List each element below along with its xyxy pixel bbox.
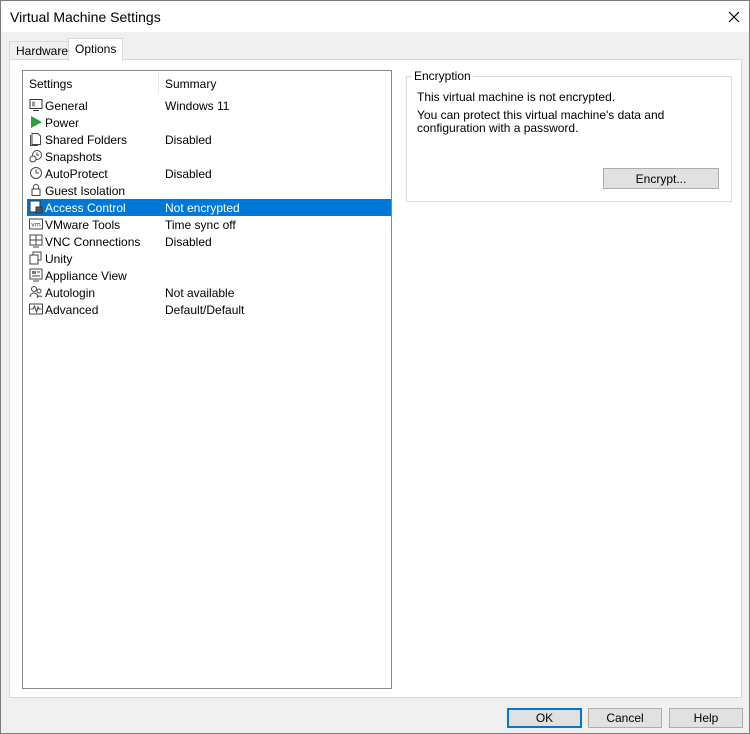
lock-icon — [31, 184, 41, 196]
item-summary: Not encrypted — [165, 201, 240, 215]
help-button[interactable]: Help — [669, 708, 743, 728]
encryption-description-text: You can protect this virtual machine's d… — [417, 108, 665, 135]
item-summary: Disabled — [165, 167, 212, 181]
options-panel: Settings Summary General Windows 11 Powe… — [9, 59, 742, 698]
item-label: VNC Connections — [45, 235, 141, 249]
close-button[interactable] — [719, 1, 749, 32]
list-item-general[interactable]: General Windows 11 — [27, 97, 391, 114]
list-item-shared-folders[interactable]: Shared Folders Disabled — [27, 131, 391, 148]
list-item-autoprotect[interactable]: AutoProtect Disabled — [27, 165, 391, 182]
encryption-group: Encryption This virtual machine is not e… — [406, 69, 732, 202]
item-label: Advanced — [45, 303, 99, 317]
item-label: Shared Folders — [45, 133, 128, 147]
column-header-summary[interactable]: Summary — [165, 77, 216, 91]
list-item-vmware-tools[interactable]: vm VMware Tools Time sync off — [27, 216, 391, 233]
clock-icon — [30, 167, 42, 179]
item-label: AutoProtect — [45, 167, 108, 181]
snapshot-clock-icon — [29, 150, 42, 163]
item-label: Appliance View — [45, 269, 127, 283]
item-label: VMware Tools — [45, 218, 121, 232]
list-item-access-control[interactable]: Access Control Not encrypted — [27, 199, 391, 216]
item-summary: Disabled — [165, 235, 212, 249]
item-label: Guest Isolation — [45, 184, 126, 198]
settings-dialog: Virtual Machine Settings Hardware Option… — [0, 0, 750, 734]
item-label: Power — [45, 116, 80, 130]
button-label: OK — [535, 711, 554, 725]
button-label: Encrypt... — [635, 171, 687, 186]
document-icon — [30, 133, 41, 146]
tab-label: Options — [75, 42, 117, 56]
list-item-guest-isolation[interactable]: Guest Isolation — [27, 182, 391, 199]
column-divider[interactable] — [158, 73, 159, 93]
button-label: Cancel — [606, 711, 644, 725]
window-title: Virtual Machine Settings — [10, 9, 161, 25]
list-item-appliance-view[interactable]: Appliance View — [27, 267, 391, 284]
list-item-autologin[interactable]: Autologin Not available — [27, 284, 391, 301]
item-summary: Not available — [165, 286, 235, 300]
list-item-power[interactable]: Power — [27, 114, 391, 131]
item-label: General — [45, 99, 88, 113]
tab-label: Hardware — [16, 44, 69, 58]
vm-icon: vm — [29, 218, 43, 230]
list-item-vnc-connections[interactable]: VNC Connections Disabled — [27, 233, 391, 250]
encryption-status-text: This virtual machine is not encrypted. — [417, 90, 616, 104]
item-label: Access Control — [45, 201, 126, 215]
item-label: Snapshots — [45, 150, 102, 164]
monitor-icon — [29, 99, 43, 111]
item-label: Unity — [45, 252, 73, 266]
list-item-snapshots[interactable]: Snapshots — [27, 148, 391, 165]
settings-list[interactable]: Settings Summary General Windows 11 Powe… — [22, 70, 392, 689]
column-header-settings[interactable]: Settings — [29, 77, 72, 91]
users-icon — [29, 286, 43, 299]
appliance-view-icon — [29, 268, 43, 282]
list-item-advanced[interactable]: Advanced Default/Default — [27, 301, 391, 318]
unity-windows-icon — [29, 251, 42, 265]
item-label: Autologin — [45, 286, 96, 300]
button-label: Help — [693, 711, 719, 725]
item-summary: Windows 11 — [165, 99, 230, 113]
close-icon — [728, 11, 740, 22]
svg-text:vm: vm — [31, 222, 41, 229]
cancel-button[interactable]: Cancel — [588, 708, 662, 728]
list-item-unity[interactable]: Unity — [27, 250, 391, 267]
ok-button[interactable]: OK — [507, 708, 582, 728]
tab-options[interactable]: Options — [68, 38, 124, 61]
waveform-icon — [29, 303, 43, 315]
item-summary: Time sync off — [165, 218, 236, 232]
access-control-icon — [29, 200, 43, 214]
tab-hardware[interactable]: Hardware — [9, 41, 76, 60]
encrypt-button[interactable]: Encrypt... — [603, 168, 719, 189]
list-header: Settings Summary — [23, 71, 391, 95]
group-title: Encryption — [412, 69, 473, 83]
vnc-grid-icon — [29, 234, 43, 248]
item-summary: Disabled — [165, 133, 212, 147]
title-bar: Virtual Machine Settings — [1, 1, 749, 32]
play-icon — [31, 116, 42, 128]
item-summary: Default/Default — [165, 303, 245, 317]
